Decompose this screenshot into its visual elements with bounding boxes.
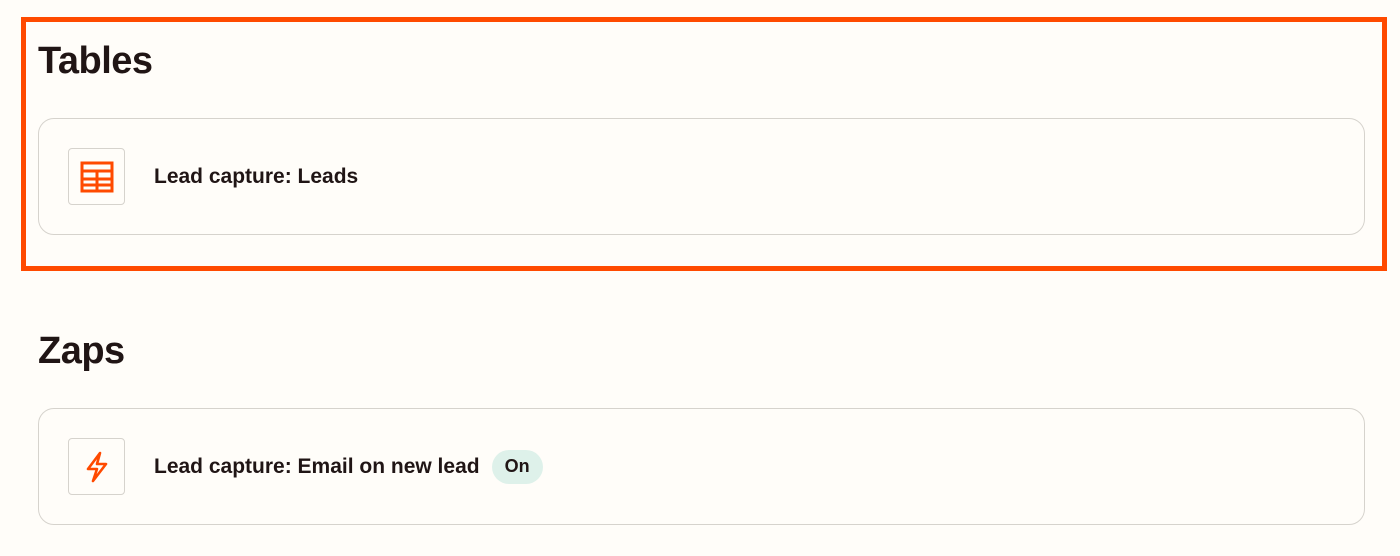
zap-card-email-on-new-lead[interactable]: Lead capture: Email on new lead On bbox=[38, 408, 1365, 525]
tables-section-title: Tables bbox=[38, 40, 153, 82]
lightning-bolt-icon bbox=[68, 438, 125, 495]
zap-name: Lead capture: Email on new lead bbox=[154, 454, 480, 478]
table-name: Lead capture: Leads bbox=[154, 164, 359, 188]
status-badge: On bbox=[491, 449, 543, 484]
table-card-lead-capture-leads[interactable]: Lead capture: Leads bbox=[38, 118, 1365, 235]
zaps-section-title: Zaps bbox=[38, 330, 125, 372]
table-icon bbox=[68, 148, 125, 205]
